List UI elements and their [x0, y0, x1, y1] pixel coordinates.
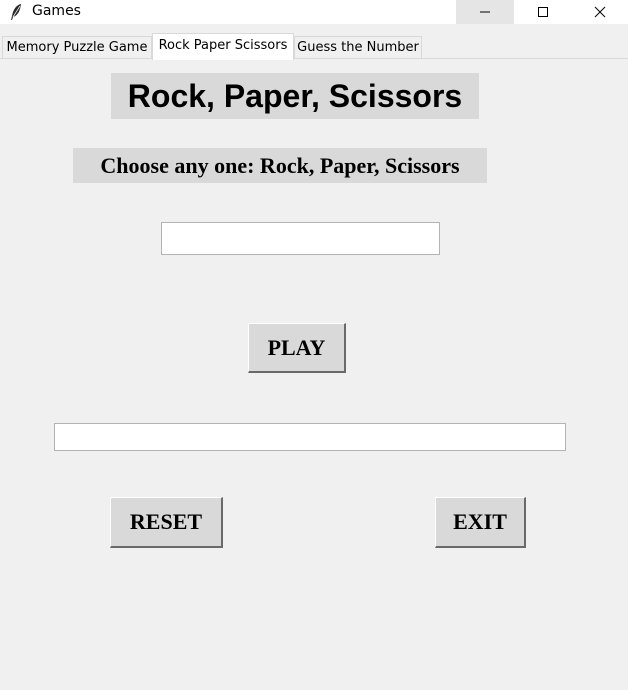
- exit-button[interactable]: EXIT: [435, 497, 526, 548]
- minimize-icon: [480, 11, 490, 13]
- game-title: Rock, Paper, Scissors: [111, 73, 479, 119]
- close-icon: [594, 6, 606, 18]
- tab-rock-paper-scissors[interactable]: Rock Paper Scissors: [152, 33, 294, 60]
- play-button[interactable]: PLAY: [248, 323, 346, 373]
- minimize-button[interactable]: [456, 0, 514, 24]
- maximize-icon: [538, 7, 548, 17]
- title-bar: Games: [0, 0, 628, 24]
- maximize-button[interactable]: [514, 0, 572, 24]
- close-button[interactable]: [572, 0, 628, 24]
- instruction-label: Choose any one: Rock, Paper, Scissors: [73, 148, 487, 183]
- reset-button[interactable]: RESET: [110, 497, 223, 548]
- window-title: Games: [32, 3, 81, 19]
- choice-input[interactable]: [161, 222, 440, 255]
- tab-guess-the-number[interactable]: Guess the Number: [294, 36, 422, 59]
- result-field[interactable]: [54, 423, 566, 451]
- tab-memory-puzzle-game[interactable]: Memory Puzzle Game: [2, 36, 152, 59]
- feather-icon: [11, 4, 21, 20]
